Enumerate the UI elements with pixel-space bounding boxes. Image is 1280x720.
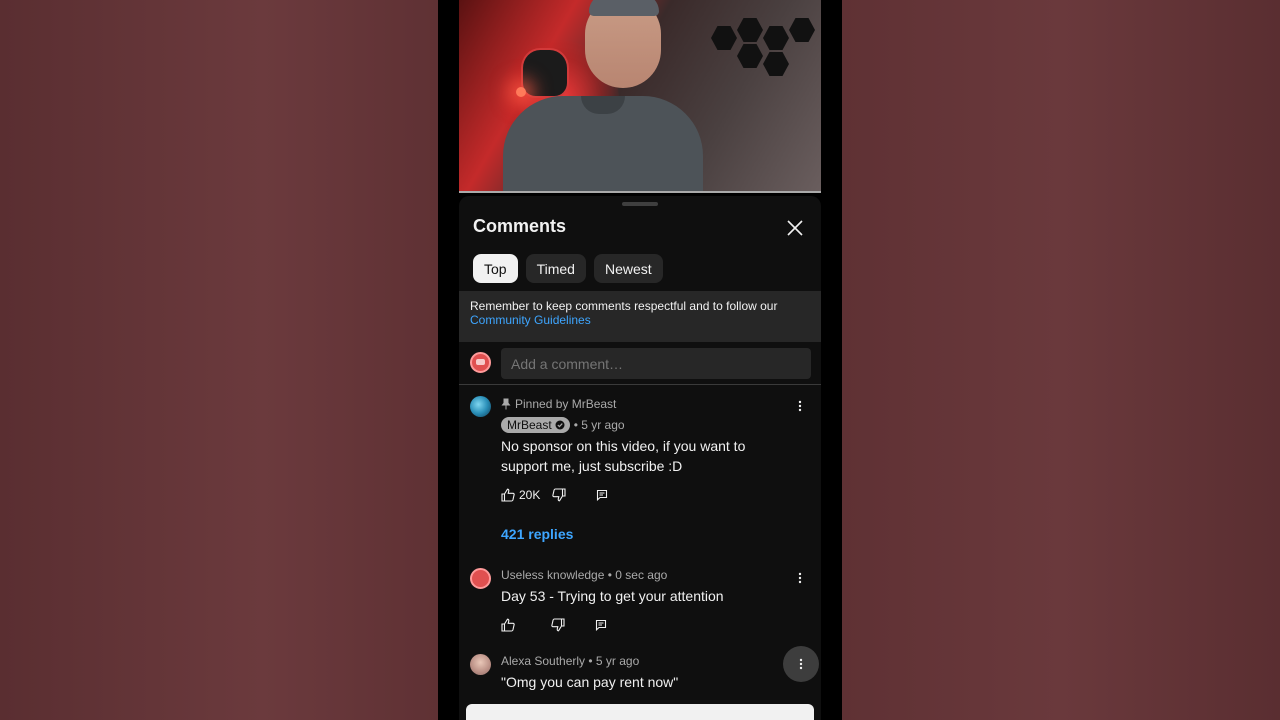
blurred-background-right <box>842 0 1280 720</box>
video-hex-panel <box>711 26 737 50</box>
avatar[interactable] <box>470 568 491 589</box>
channel-owner-badge[interactable]: MrBeast <box>501 417 570 433</box>
sort-chips: Top Timed Newest <box>473 254 663 283</box>
community-guidelines-link[interactable]: Community Guidelines <box>470 313 810 327</box>
comments-title: Comments <box>473 216 567 236</box>
verified-icon <box>555 420 565 430</box>
video-progress-bar[interactable] <box>459 191 821 193</box>
notice-text: Remember to keep comments respectful and… <box>470 299 778 313</box>
video-hex-panel <box>763 26 789 50</box>
more-vert-icon <box>799 658 803 670</box>
more-vert-icon <box>798 400 802 412</box>
comment-meta[interactable]: Useless knowledge • 0 sec ago <box>501 568 791 584</box>
comments-sheet: Comments Top Timed Newest Remember to ke… <box>459 196 821 720</box>
video-person-cap <box>589 0 659 16</box>
comments-header: Comments <box>473 216 807 240</box>
reply-button[interactable] <box>595 619 607 631</box>
drag-handle[interactable] <box>622 202 658 206</box>
replies-link[interactable]: 421 replies <box>501 526 791 542</box>
bottom-sheet-peek[interactable] <box>466 704 814 720</box>
comment-author: MrBeast <box>507 418 552 432</box>
close-button[interactable] <box>783 216 807 240</box>
chip-timed[interactable]: Timed <box>525 254 586 283</box>
comment-body: Pinned by MrBeast MrBeast • 5 yr ago No … <box>501 396 791 542</box>
video-wall-poster <box>521 48 569 98</box>
comment-meta[interactable]: Alexa Southerly • 5 yr ago <box>501 654 791 670</box>
comment-item: Useless knowledge • 0 sec ago Day 53 - T… <box>469 568 811 638</box>
comment-meta: MrBeast • 5 yr ago <box>501 416 791 434</box>
reply-button[interactable] <box>596 489 608 501</box>
avatar[interactable] <box>470 654 491 675</box>
dislike-icon <box>551 618 565 632</box>
dislike-icon <box>552 488 566 502</box>
comment-text: No sponsor on this video, if you want to… <box>501 438 746 474</box>
chip-newest[interactable]: Newest <box>593 254 663 283</box>
comment-actions: 20K <box>501 486 791 504</box>
chip-top[interactable]: Top <box>473 254 518 283</box>
video-hex-panel <box>789 18 815 42</box>
video-hex-panel <box>763 52 789 76</box>
comment-text: "Omg you can pay rent now" <box>501 674 679 690</box>
comment-menu-button[interactable] <box>793 568 807 588</box>
reply-icon <box>597 489 608 501</box>
pin-icon <box>501 398 511 410</box>
like-button[interactable] <box>501 618 515 632</box>
comment-time: • 5 yr ago <box>573 418 625 432</box>
comment-item: Pinned by MrBeast MrBeast • 5 yr ago No … <box>469 396 811 546</box>
comment-body: Useless knowledge • 0 sec ago Day 53 - T… <box>501 568 791 634</box>
video-person-body <box>503 96 703 192</box>
close-icon <box>787 220 803 236</box>
reply-icon <box>595 619 607 631</box>
pinned-label: Pinned by MrBeast <box>501 396 791 412</box>
comment-menu-button[interactable] <box>793 396 807 416</box>
comment-text: Day 53 - Trying to get your attention <box>501 588 724 604</box>
dislike-button[interactable] <box>551 618 565 632</box>
comment-actions <box>501 616 791 634</box>
like-button[interactable]: 20K <box>501 488 540 502</box>
comment-body: Alexa Southerly • 5 yr ago "Omg you can … <box>501 654 791 692</box>
video-hex-panel <box>737 44 763 68</box>
user-avatar <box>470 352 491 373</box>
divider <box>459 384 821 385</box>
guidelines-notice: Remember to keep comments respectful and… <box>459 291 821 342</box>
like-icon <box>501 618 515 632</box>
more-vert-icon <box>798 572 802 584</box>
add-comment-row <box>469 348 811 379</box>
like-icon <box>501 488 515 502</box>
video-lamp <box>516 87 526 97</box>
phone-frame: Comments Top Timed Newest Remember to ke… <box>438 0 842 720</box>
blurred-background-left <box>0 0 438 720</box>
video-hex-panel <box>737 18 763 42</box>
dislike-button[interactable] <box>552 488 566 502</box>
add-comment-input[interactable] <box>501 348 811 379</box>
comment-menu-button[interactable] <box>783 646 819 682</box>
pinned-text: Pinned by MrBeast <box>515 397 617 411</box>
avatar[interactable] <box>470 396 491 417</box>
like-count: 20K <box>519 488 541 502</box>
video-player[interactable] <box>459 0 821 192</box>
